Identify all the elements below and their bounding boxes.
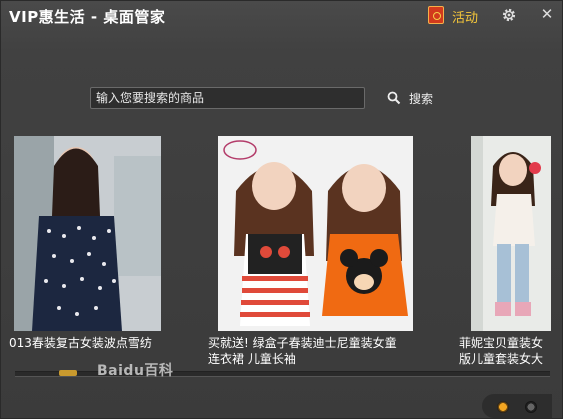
product-caption-3[interactable]: 菲妮宝贝童装女 版儿童套装女大 <box>459 335 554 367</box>
pagination-panel <box>482 394 552 418</box>
pagination-dot-1[interactable] <box>497 401 509 413</box>
product-caption-1[interactable]: 013春装复古女装波点雪纺 <box>9 335 161 351</box>
product-image-3[interactable] <box>471 136 551 331</box>
close-icon[interactable]: ✕ <box>540 7 554 22</box>
product-caption-3-line-2: 版儿童套装女大 <box>459 352 544 366</box>
search-button[interactable]: 搜索 <box>409 90 433 107</box>
activity-link[interactable]: 活动 <box>452 7 478 26</box>
app-window: VIP惠生活 - 桌面管家 活动 ✕ 搜索 <box>0 0 563 419</box>
scrollbar-thumb[interactable] <box>59 370 77 376</box>
product-caption-2-line-2: 连衣裙 儿童长袖 <box>208 352 296 366</box>
product-caption-3-line-1: 菲妮宝贝童装女 <box>459 336 544 350</box>
product-image-1[interactable] <box>14 136 161 331</box>
product-caption-2-line-1: 买就送! 绿盒子春装迪士尼童装女童 <box>208 336 397 350</box>
search-icon[interactable] <box>387 91 401 105</box>
watermark-text: Baidu百科 <box>97 363 174 379</box>
search-input[interactable] <box>90 87 365 109</box>
horizontal-scrollbar[interactable] <box>15 371 550 377</box>
window-title: VIP惠生活 - 桌面管家 <box>9 8 166 26</box>
gift-icon[interactable] <box>428 6 444 24</box>
pagination-dot-2[interactable] <box>525 401 537 413</box>
product-image-2[interactable] <box>218 136 413 331</box>
gear-icon[interactable] <box>501 7 517 23</box>
product-caption-2[interactable]: 买就送! 绿盒子春装迪士尼童装女童 连衣裙 儿童长袖 <box>208 335 423 367</box>
